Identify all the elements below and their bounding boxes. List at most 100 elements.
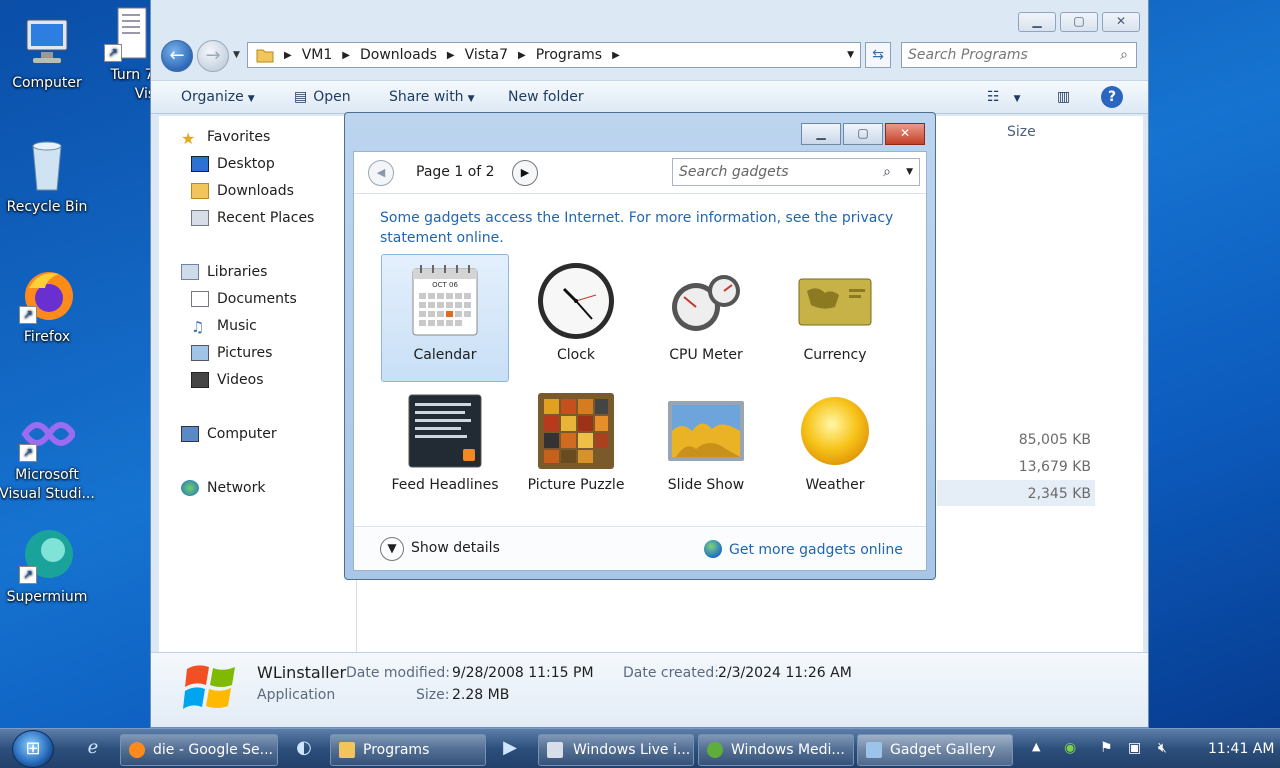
- desktop-icon-supermium[interactable]: ↗ Supermium: [0, 528, 95, 607]
- breadcrumb-item[interactable]: Programs: [536, 47, 602, 63]
- supermium-icon: ↗: [19, 528, 75, 584]
- search-input[interactable]: Search Programs ⌕: [901, 42, 1137, 68]
- gadget-slide-show[interactable]: Slide Show: [642, 384, 770, 512]
- privacy-notice-link[interactable]: Some gadgets access the Internet. For mo…: [380, 208, 900, 248]
- nav-item-videos[interactable]: Videos: [191, 372, 264, 388]
- gallery-maximize-button[interactable]: ▢: [843, 123, 883, 145]
- open-button[interactable]: ▤ Open: [294, 89, 351, 105]
- gadget-search-input[interactable]: Search gadgets ⌕ ▼: [672, 158, 920, 186]
- gadget-currency[interactable]: Currency: [771, 254, 899, 382]
- slide-show-icon: [666, 391, 746, 471]
- nav-item-libraries[interactable]: Libraries: [181, 264, 267, 280]
- network-icon[interactable]: ▣: [1128, 740, 1141, 756]
- gadget-name: Feed Headlines: [391, 477, 499, 493]
- page-indicator: Page 1 of 2: [416, 164, 495, 180]
- taskbar-button-windows-live[interactable]: Windows Live i...: [538, 734, 694, 766]
- breadcrumb-item[interactable]: VM1: [302, 47, 333, 63]
- gadget-gallery-icon: [866, 742, 882, 758]
- breadcrumb-item[interactable]: Downloads: [360, 47, 437, 63]
- taskbar-button-google-search[interactable]: die - Google Se...: [120, 734, 278, 766]
- close-button[interactable]: ✕: [1102, 12, 1140, 32]
- gallery-close-button[interactable]: ✕: [885, 123, 925, 145]
- start-button[interactable]: ⊞: [12, 730, 54, 768]
- minimize-button[interactable]: ▁: [1018, 12, 1056, 32]
- taskbar-button-windows-media[interactable]: Windows Medi...: [698, 734, 854, 766]
- gadget-name: Currency: [803, 347, 867, 363]
- clock[interactable]: 11:41 AM: [1208, 741, 1274, 757]
- currency-icon: [795, 261, 875, 341]
- forward-button[interactable]: →: [197, 40, 229, 72]
- desktop-icon-visual-studio[interactable]: ↗ Microsoft Visual Studi...: [0, 406, 95, 504]
- nav-item-pictures[interactable]: Pictures: [191, 345, 272, 361]
- address-dropdown[interactable]: ▼: [847, 50, 854, 60]
- nav-item-music[interactable]: ♫ Music: [191, 318, 257, 336]
- search-dropdown[interactable]: ▼: [906, 159, 913, 185]
- update-icon[interactable]: ◉: [1064, 740, 1076, 756]
- shortcut-arrow-icon: ↗: [19, 306, 37, 324]
- gallery-top-bar: ◀ Page 1 of 2 ▶ Search gadgets ⌕ ▼: [354, 152, 926, 194]
- gadget-feed-headlines[interactable]: Feed Headlines: [381, 384, 509, 512]
- nav-item-documents[interactable]: Documents: [191, 291, 297, 307]
- volume-muted-icon[interactable]: 🔇︎: [1158, 740, 1167, 756]
- downloads-folder-icon: [191, 183, 209, 199]
- share-with-button[interactable]: Share with ▼: [389, 89, 474, 105]
- search-icon[interactable]: ⌕: [1120, 43, 1128, 67]
- recent-pages-dropdown[interactable]: ▼: [233, 50, 240, 60]
- internet-explorer-icon[interactable]: ℯ: [80, 737, 106, 761]
- column-header-size[interactable]: Size: [1007, 124, 1036, 140]
- desktop-icon-label: Supermium: [6, 589, 88, 605]
- maximize-button[interactable]: ▢: [1060, 12, 1098, 32]
- shortcut-arrow-icon: ↗: [104, 44, 122, 62]
- next-page-button[interactable]: ▶: [512, 160, 538, 186]
- nav-item-favorites[interactable]: ★ Favorites: [181, 129, 270, 148]
- shortcut-arrow-icon: ↗: [19, 566, 37, 584]
- show-hidden-icons-button[interactable]: ▲: [1032, 740, 1040, 753]
- gadget-name: Calendar: [413, 347, 477, 363]
- desktop-icon-computer[interactable]: Computer: [0, 14, 95, 93]
- recycle-bin-icon: [19, 138, 75, 194]
- search-icon[interactable]: ⌕: [883, 159, 891, 185]
- back-button[interactable]: ←: [161, 40, 193, 72]
- show-details-toggle[interactable]: ▼: [380, 537, 404, 561]
- taskbar-button-gadget-gallery[interactable]: Gadget Gallery: [857, 734, 1013, 766]
- preview-pane-button[interactable]: ▥: [1057, 89, 1070, 105]
- gadget-name: Picture Puzzle: [527, 477, 625, 493]
- new-folder-button[interactable]: New folder: [508, 89, 584, 105]
- gadget-weather[interactable]: Weather: [771, 384, 899, 512]
- supermium-icon[interactable]: ◐: [291, 737, 317, 761]
- desktop-icon-recycle-bin[interactable]: Recycle Bin: [0, 138, 95, 217]
- gadget-clock[interactable]: Clock: [512, 254, 640, 382]
- nav-item-recent-places[interactable]: Recent Places: [191, 210, 314, 226]
- gadget-name: Slide Show: [667, 477, 745, 493]
- nav-item-desktop[interactable]: Desktop: [191, 156, 275, 172]
- previous-page-button[interactable]: ◀: [368, 160, 394, 186]
- media-player-icon[interactable]: ▶: [497, 737, 523, 761]
- nav-item-network[interactable]: Network: [181, 480, 265, 496]
- gadget-calendar[interactable]: OCT 06 Calendar: [381, 254, 509, 382]
- gadget-picture-puzzle[interactable]: Picture Puzzle: [512, 384, 640, 512]
- view-options-button[interactable]: ☷ ▼: [987, 89, 1020, 105]
- show-details-label[interactable]: Show details: [411, 540, 500, 556]
- nav-item-computer[interactable]: Computer: [181, 426, 277, 442]
- organize-button[interactable]: Organize ▼: [181, 89, 255, 105]
- file-size-cell: 13,679 KB: [1018, 459, 1091, 475]
- desktop-icon-label: Computer: [12, 75, 82, 91]
- gadget-name: Clock: [556, 347, 596, 363]
- desktop-icon-label: Recycle Bin: [6, 199, 88, 215]
- network-icon: [181, 480, 199, 496]
- videos-icon: [191, 372, 209, 388]
- desktop-icon-firefox[interactable]: ↗ Firefox: [0, 268, 95, 347]
- get-more-gadgets-link[interactable]: Get more gadgets online: [704, 540, 903, 558]
- action-center-flag-icon[interactable]: ⚑: [1100, 740, 1113, 756]
- windows-media-icon: [707, 742, 723, 758]
- gallery-minimize-button[interactable]: ▁: [801, 123, 841, 145]
- refresh-button[interactable]: ⇆: [865, 42, 891, 68]
- address-bar[interactable]: ▶ VM1 ▶ Downloads ▶ Vista7 ▶ Programs ▶ …: [247, 42, 861, 68]
- breadcrumb-item[interactable]: Vista7: [465, 47, 508, 63]
- gadget-cpu-meter[interactable]: CPU Meter: [642, 254, 770, 382]
- gadget-name: CPU Meter: [669, 347, 743, 363]
- file-size-cell: 2,345 KB: [1027, 486, 1091, 502]
- help-icon[interactable]: ?: [1101, 86, 1123, 108]
- taskbar-button-programs[interactable]: Programs: [330, 734, 486, 766]
- nav-item-downloads[interactable]: Downloads: [191, 183, 294, 199]
